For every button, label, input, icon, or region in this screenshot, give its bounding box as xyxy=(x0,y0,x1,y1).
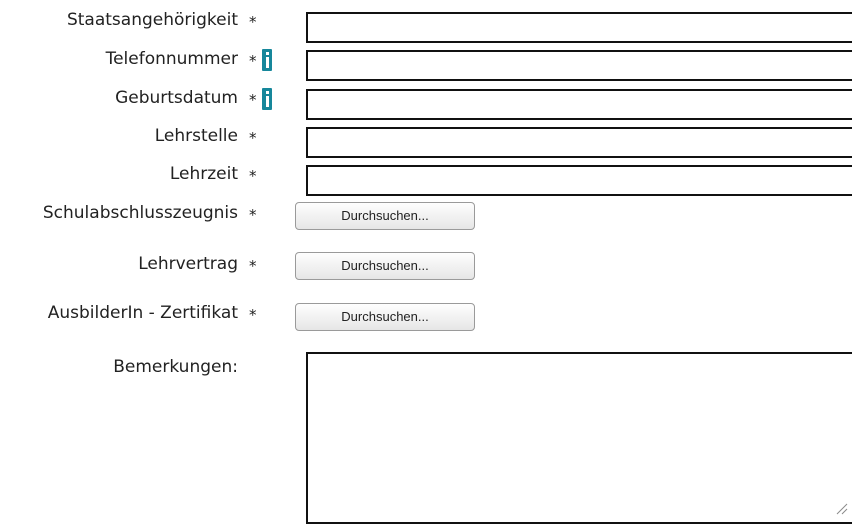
info-icon[interactable] xyxy=(262,49,272,71)
browse-button[interactable]: Durchsuchen... xyxy=(295,303,475,331)
required-star: * xyxy=(249,91,257,109)
required-star: * xyxy=(249,306,257,324)
birthdate-input[interactable] xyxy=(306,89,852,120)
apprenticeship-period-input[interactable] xyxy=(306,165,852,196)
remarks-textarea[interactable] xyxy=(306,352,852,524)
apprenticeship-label: Lehrstelle xyxy=(154,126,238,146)
required-star: * xyxy=(249,206,257,224)
apprenticeship-period-label: Lehrzeit xyxy=(169,164,238,184)
required-star: * xyxy=(249,167,257,185)
info-icon[interactable] xyxy=(262,88,272,110)
resize-grip-icon[interactable] xyxy=(834,501,848,515)
nationality-input[interactable] xyxy=(306,12,852,43)
browse-button[interactable]: Durchsuchen... xyxy=(295,252,475,280)
required-star: * xyxy=(249,129,257,147)
trainer-certificate-label: AusbilderIn - Zertifikat xyxy=(47,303,238,323)
nationality-label: Staatsangehörigkeit xyxy=(66,10,238,30)
apprenticeship-input[interactable] xyxy=(306,127,852,158)
birthdate-label: Geburtsdatum xyxy=(115,88,238,108)
contract-label: Lehrvertrag xyxy=(138,254,238,274)
required-star: * xyxy=(249,52,257,70)
phone-input[interactable] xyxy=(306,50,852,81)
school-certificate-label: Schulabschlusszeugnis xyxy=(42,203,238,223)
browse-button[interactable]: Durchsuchen... xyxy=(295,202,475,230)
remarks-label: Bemerkungen: xyxy=(113,357,238,377)
phone-label: Telefonnummer xyxy=(105,49,238,69)
required-star: * xyxy=(249,257,257,275)
required-star: * xyxy=(249,13,257,31)
